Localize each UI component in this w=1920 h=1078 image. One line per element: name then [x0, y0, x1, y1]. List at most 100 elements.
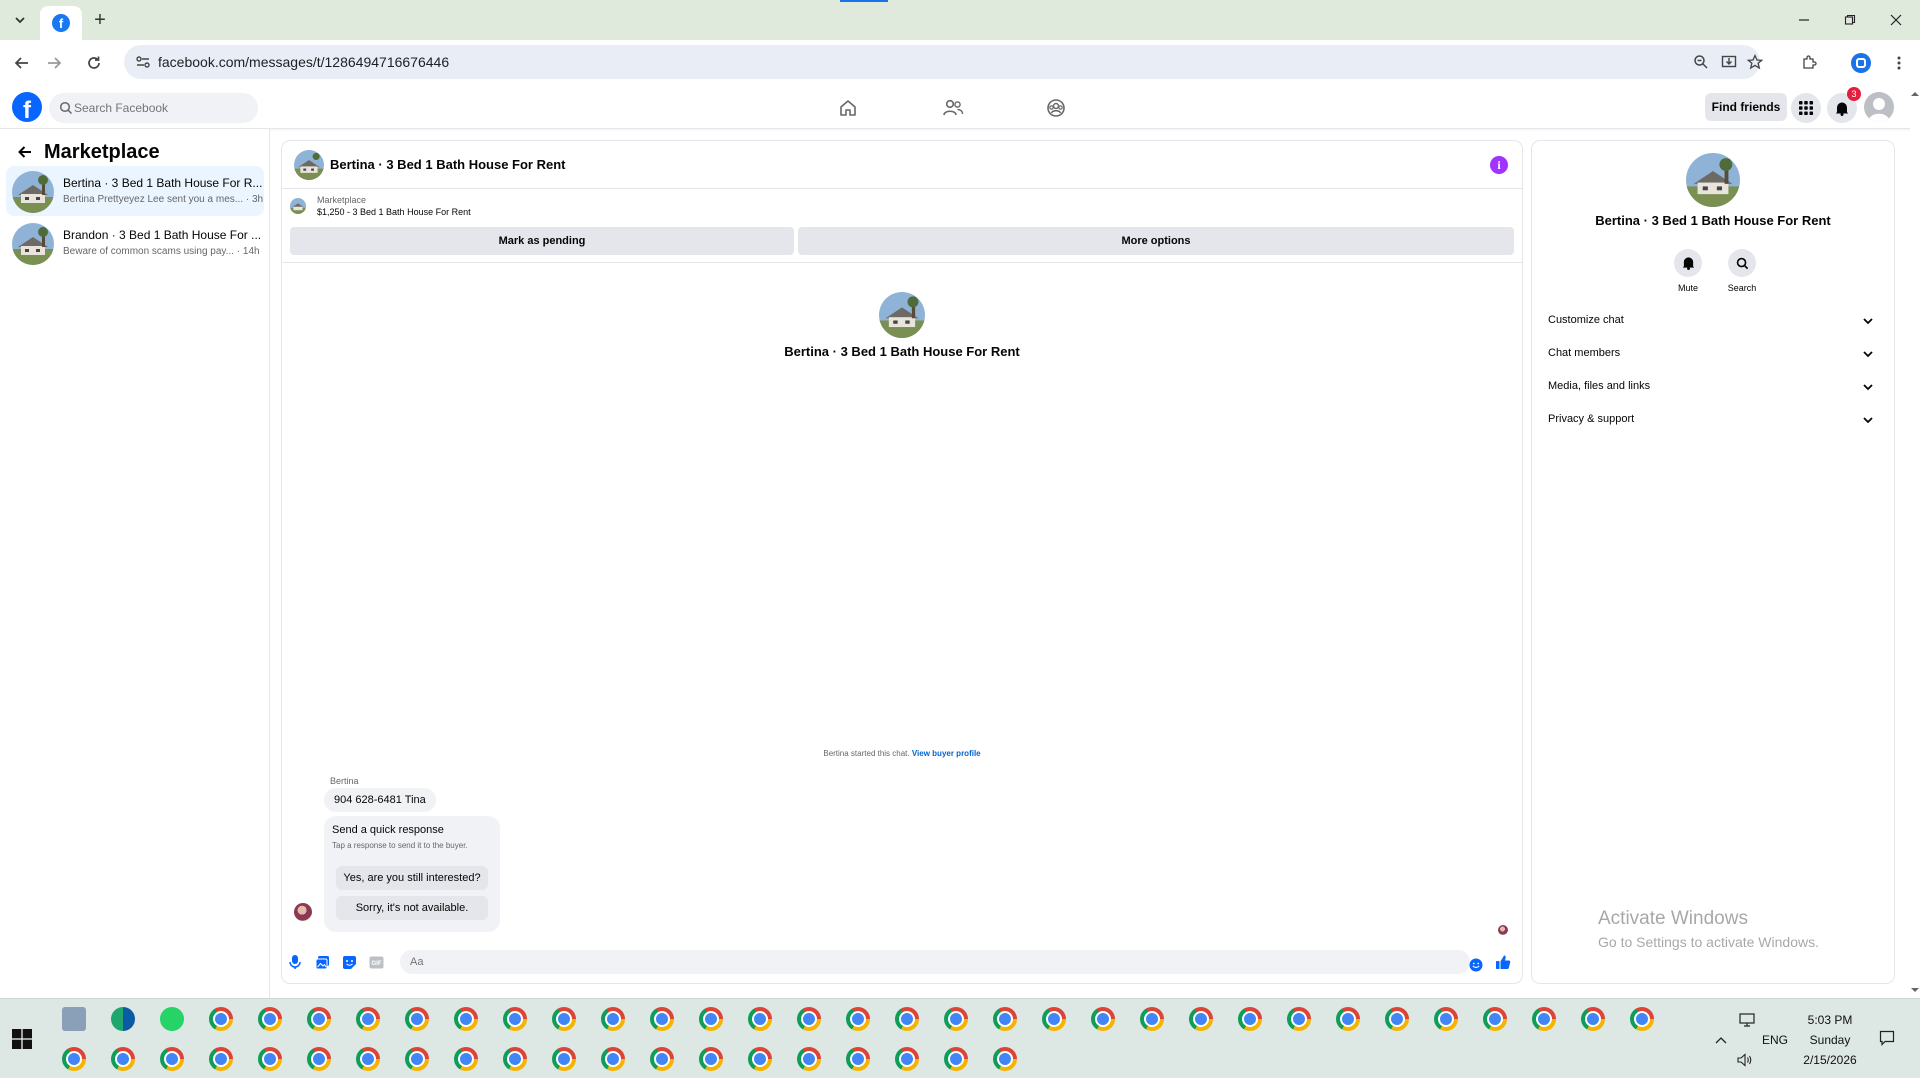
- chrome-taskbar-icon[interactable]: [748, 1047, 772, 1071]
- attach-photo-button[interactable]: [313, 953, 331, 971]
- volume-icon[interactable]: [1736, 1051, 1754, 1069]
- chrome-taskbar-icon[interactable]: [601, 1007, 625, 1031]
- new-tab-button[interactable]: +: [88, 8, 112, 32]
- show-hidden-icons-chevron-icon[interactable]: [1712, 1031, 1730, 1049]
- chrome-taskbar-icon[interactable]: [1483, 1007, 1507, 1031]
- chrome-taskbar-icon[interactable]: [895, 1047, 919, 1071]
- more-options-button[interactable]: More options: [798, 227, 1514, 255]
- chrome-taskbar-icon[interactable]: [1042, 1007, 1066, 1031]
- chrome-taskbar-icon[interactable]: [797, 1007, 821, 1031]
- whatsapp-taskbar-icon[interactable]: [160, 1007, 184, 1031]
- message-bubble[interactable]: 904 628-6481 Tina: [324, 788, 436, 812]
- address-bar[interactable]: facebook.com/messages/t/1286494716676446: [124, 45, 1763, 79]
- conversation-item-brandon[interactable]: Brandon · 3 Bed 1 Bath House For ... Bew…: [6, 218, 264, 268]
- chat-title[interactable]: Bertina · 3 Bed 1 Bath House For Rent: [330, 157, 565, 172]
- forward-button[interactable]: [41, 50, 67, 76]
- chrome-taskbar-icon[interactable]: [111, 1047, 135, 1071]
- chrome-taskbar-icon[interactable]: [503, 1007, 527, 1031]
- chrome-taskbar-icon[interactable]: [405, 1007, 429, 1031]
- chrome-taskbar-icon[interactable]: [650, 1007, 674, 1031]
- sender-avatar[interactable]: [294, 903, 312, 921]
- chrome-taskbar-icon[interactable]: [1581, 1007, 1605, 1031]
- chrome-taskbar-icon-active[interactable]: [258, 1047, 282, 1071]
- chrome-taskbar-icon[interactable]: [1336, 1007, 1360, 1031]
- nav-home[interactable]: [830, 90, 866, 126]
- chrome-taskbar-icon[interactable]: [209, 1047, 233, 1071]
- chrome-taskbar-icon[interactable]: [503, 1047, 527, 1071]
- chrome-taskbar-icon[interactable]: [209, 1007, 233, 1031]
- chrome-taskbar-icon[interactable]: [1287, 1007, 1311, 1031]
- chrome-taskbar-icon[interactable]: [1532, 1007, 1556, 1031]
- chrome-taskbar-icon[interactable]: [1189, 1007, 1213, 1031]
- chrome-taskbar-icon[interactable]: [1630, 1007, 1654, 1031]
- zoom-icon[interactable]: [1692, 53, 1710, 71]
- voice-clip-button[interactable]: [286, 953, 304, 971]
- tab-search-button[interactable]: [6, 8, 34, 32]
- search-input[interactable]: [74, 93, 254, 123]
- chrome-taskbar-icon[interactable]: [699, 1047, 723, 1071]
- chrome-taskbar-icon[interactable]: [356, 1047, 380, 1071]
- listing-banner[interactable]: Marketplace $1,250 - 3 Bed 1 Bath House …: [290, 193, 1510, 219]
- section-privacy-support[interactable]: Privacy & support: [1540, 405, 1886, 435]
- mark-as-pending-button[interactable]: Mark as pending: [290, 227, 794, 255]
- chrome-taskbar-icon[interactable]: [601, 1047, 625, 1071]
- nav-friends[interactable]: [935, 90, 971, 126]
- send-like-button[interactable]: [1494, 953, 1512, 971]
- chrome-taskbar-icon[interactable]: [356, 1007, 380, 1031]
- emoji-button[interactable]: [1467, 956, 1485, 974]
- close-window-button[interactable]: [1884, 8, 1908, 32]
- back-button[interactable]: [9, 50, 35, 76]
- chrome-taskbar-icon[interactable]: [552, 1047, 576, 1071]
- clock-time[interactable]: 5:03 PM: [1790, 1013, 1870, 1027]
- scroll-up-arrow-icon[interactable]: [1910, 90, 1920, 98]
- chrome-taskbar-icon[interactable]: [993, 1047, 1017, 1071]
- windows-start-icon[interactable]: [12, 1029, 32, 1049]
- network-icon[interactable]: [1738, 1011, 1756, 1029]
- chrome-taskbar-icon[interactable]: [797, 1047, 821, 1071]
- find-friends-button[interactable]: Find friends: [1705, 93, 1787, 121]
- chrome-taskbar-icon[interactable]: [160, 1047, 184, 1071]
- section-media-files-links[interactable]: Media, files and links: [1540, 372, 1886, 402]
- chrome-taskbar-icon[interactable]: [405, 1047, 429, 1071]
- mute-circle[interactable]: [1674, 249, 1702, 277]
- chrome-taskbar-icon[interactable]: [1091, 1007, 1115, 1031]
- facebook-search[interactable]: [49, 93, 258, 123]
- chrome-taskbar-icon[interactable]: [944, 1007, 968, 1031]
- bookmark-star-icon[interactable]: [1746, 53, 1764, 71]
- tab-facebook[interactable]: f: [40, 6, 82, 40]
- facebook-logo-icon[interactable]: f: [12, 92, 42, 122]
- chrome-taskbar-icon[interactable]: [846, 1047, 870, 1071]
- notifications-button[interactable]: 3: [1827, 87, 1861, 123]
- install-app-icon[interactable]: [1720, 53, 1738, 71]
- chrome-taskbar-icon[interactable]: [454, 1047, 478, 1071]
- conversation-item-bertina[interactable]: Bertina · 3 Bed 1 Bath House For R... Be…: [6, 166, 264, 216]
- clock-date[interactable]: 2/15/2026: [1790, 1053, 1870, 1067]
- reload-button[interactable]: [81, 50, 107, 76]
- chrome-taskbar-icon[interactable]: [1238, 1007, 1262, 1031]
- chrome-taskbar-icon[interactable]: [944, 1047, 968, 1071]
- chrome-taskbar-icon[interactable]: [62, 1047, 86, 1071]
- chrome-taskbar-icon[interactable]: [895, 1007, 919, 1031]
- profile-avatar-icon[interactable]: [1848, 50, 1874, 76]
- scroll-down-arrow-icon[interactable]: [1910, 986, 1920, 994]
- chrome-taskbar-icon[interactable]: [307, 1047, 331, 1071]
- sticker-button[interactable]: [340, 953, 358, 971]
- chrome-taskbar-icon[interactable]: [454, 1007, 478, 1031]
- clock-day[interactable]: Sunday: [1790, 1033, 1870, 1047]
- chrome-taskbar-icon[interactable]: [699, 1007, 723, 1031]
- restore-button[interactable]: [1838, 8, 1862, 32]
- quick-response-button[interactable]: Sorry, it's not available.: [336, 896, 488, 920]
- chrome-taskbar-icon[interactable]: [1140, 1007, 1164, 1031]
- minimize-button[interactable]: [1792, 8, 1816, 32]
- section-customize-chat[interactable]: Customize chat: [1540, 306, 1886, 336]
- view-buyer-profile-link[interactable]: View buyer profile: [912, 749, 981, 758]
- nav-groups[interactable]: [1038, 90, 1074, 126]
- chrome-taskbar-icon[interactable]: [748, 1007, 772, 1031]
- conversation-info-button[interactable]: i: [1490, 156, 1508, 174]
- page-scrollbar[interactable]: [1910, 86, 1920, 998]
- chrome-taskbar-icon[interactable]: [650, 1047, 674, 1071]
- input-language[interactable]: ENG: [1762, 1033, 1788, 1047]
- search-in-conversation-button[interactable]: Search: [1717, 249, 1767, 293]
- message-input[interactable]: [400, 950, 1470, 974]
- gif-button[interactable]: GIF: [367, 953, 385, 971]
